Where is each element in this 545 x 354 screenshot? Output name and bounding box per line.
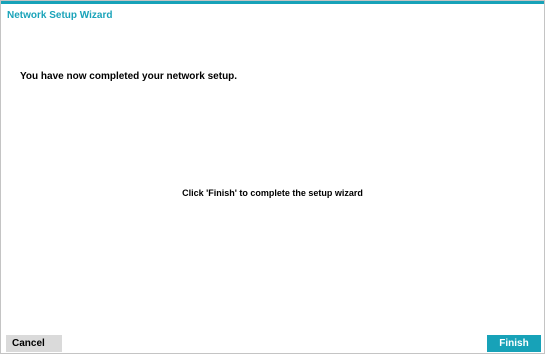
top-accent-bar — [1, 1, 544, 4]
finish-button[interactable]: Finish — [487, 335, 541, 352]
finish-instruction: Click 'Finish' to complete the setup wiz… — [182, 188, 363, 198]
dialog-title: Network Setup Wizard — [7, 10, 113, 21]
completion-message: You have now completed your network setu… — [20, 71, 238, 82]
network-setup-wizard-dialog: Network Setup Wizard You have now comple… — [0, 0, 545, 354]
cancel-button[interactable]: Cancel — [6, 335, 62, 352]
